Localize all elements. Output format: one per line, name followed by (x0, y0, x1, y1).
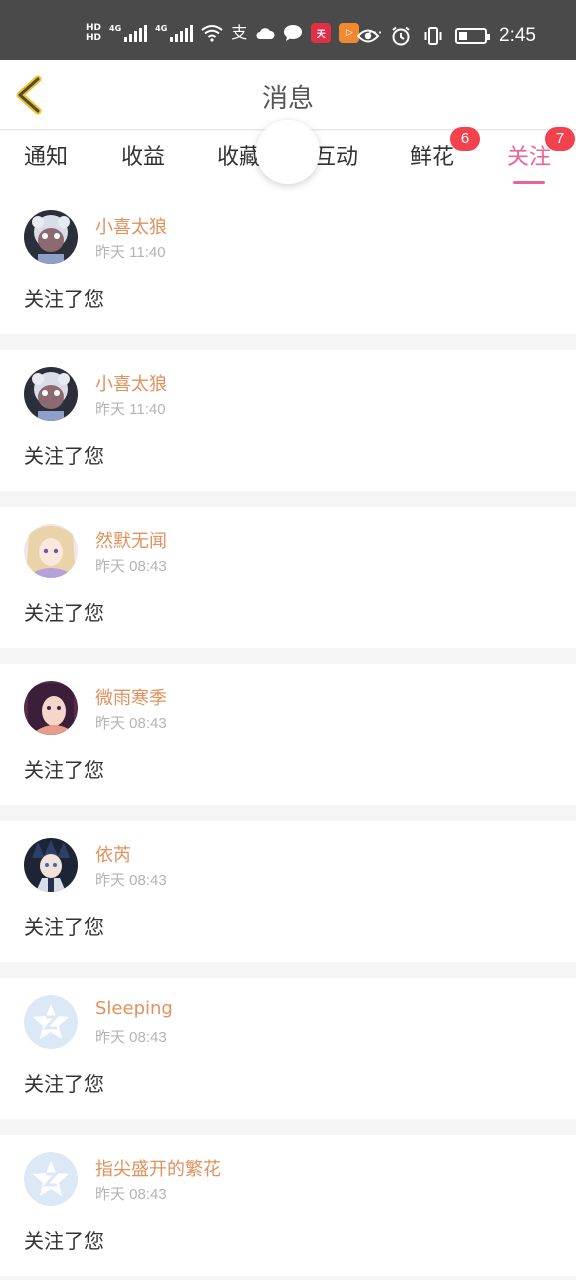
tab-notifications[interactable]: 通知 (24, 139, 68, 171)
timestamp: 昨天 11:40 (95, 244, 166, 261)
unread-badge: 7 (545, 127, 576, 151)
tab-flowers[interactable]: 鲜花 6 (410, 127, 481, 171)
default-avatar-icon (24, 995, 78, 1049)
anime-girl-avatar-icon (24, 681, 78, 735)
username[interactable]: 小喜太狼 (95, 370, 167, 396)
notification-message: 关注了您 (24, 601, 104, 625)
notification-message: 关注了您 (24, 1072, 104, 1096)
tab-label: 收益 (121, 145, 166, 170)
tab-earnings[interactable]: 收益 (121, 139, 165, 171)
tab-label: 互动 (314, 145, 359, 170)
status-time: 2:45 (499, 25, 536, 46)
signal-icon: 4G (109, 24, 148, 42)
username[interactable]: Sleeping (95, 998, 173, 1019)
avatar[interactable] (24, 681, 78, 735)
list-item[interactable]: 微雨寒季 昨天 08:43 关注了您 (0, 664, 576, 805)
avatar[interactable] (24, 524, 78, 578)
timestamp: 昨天 11:40 (95, 401, 166, 418)
hd-indicator: HD HD (86, 23, 101, 43)
timestamp: 昨天 08:43 (95, 1186, 167, 1203)
network-type-label: 4G (155, 24, 168, 33)
avatar[interactable] (24, 1152, 78, 1206)
wolf-avatar-icon (24, 210, 78, 264)
eye-icon (357, 29, 380, 43)
page-title: 消息 (261, 84, 314, 114)
list-item[interactable]: 指尖盛开的繁花 昨天 08:43 关注了您 (0, 1135, 576, 1276)
tab-follows[interactable]: 关注 7 (507, 127, 576, 184)
avatar[interactable] (24, 838, 78, 892)
avatar[interactable] (24, 210, 78, 264)
tab-label: 收藏 (217, 145, 262, 170)
notification-message: 关注了您 (24, 758, 104, 782)
battery-icon (455, 28, 491, 44)
list-item[interactable]: 小喜太狼 昨天 11:40 关注了您 (0, 350, 576, 491)
anime-boy-avatar-icon (24, 838, 78, 892)
tab-label: 关注 (507, 145, 552, 170)
avatar[interactable] (24, 995, 78, 1049)
list-item[interactable]: 依芮 昨天 08:43 关注了您 (0, 821, 576, 962)
unread-badge: 6 (450, 127, 481, 151)
status-bar: HD HD 4G 4G 支 天 ▷ ··· 2:45 (0, 0, 576, 60)
username[interactable]: 小喜太狼 (95, 213, 167, 239)
cloud-icon (256, 28, 275, 39)
timestamp: 昨天 08:43 (95, 558, 167, 575)
alipay-icon: 支 (231, 23, 248, 42)
notification-message: 关注了您 (24, 444, 104, 468)
tab-label: 鲜花 (410, 145, 455, 170)
timestamp: 昨天 08:43 (95, 715, 167, 732)
timestamp: 昨天 08:43 (95, 872, 167, 889)
app-icon: 天 (311, 23, 332, 43)
alarm-icon (392, 26, 410, 46)
wolf-avatar-icon (24, 367, 78, 421)
username[interactable]: 微雨寒季 (95, 684, 167, 710)
signal-icon: 4G (155, 24, 194, 42)
tab-interactions[interactable]: 互动 (314, 139, 358, 171)
list-item[interactable]: Sleeping 昨天 08:43 关注了您 (0, 978, 576, 1119)
status-left: HD HD 4G 4G 支 天 ▷ ··· (86, 18, 383, 48)
anime-girl-avatar-icon (24, 524, 78, 578)
username[interactable]: 依芮 (95, 841, 131, 867)
vibrate-icon (424, 27, 442, 45)
battery-level (459, 32, 468, 40)
username[interactable]: 然默无闻 (95, 527, 167, 553)
username[interactable]: 指尖盛开的繁花 (95, 1155, 221, 1181)
tab-favorites[interactable]: 收藏 (217, 139, 261, 171)
list-item[interactable]: 然默无闻 昨天 08:43 关注了您 (0, 507, 576, 648)
active-tab-indicator (513, 181, 545, 184)
floating-action-button[interactable] (256, 120, 320, 184)
notification-list: 小喜太狼 昨天 11:40 关注了您 小喜太狼 昨天 11:40 关注了您 然默… (0, 193, 576, 1280)
notification-message: 关注了您 (24, 915, 104, 939)
avatar[interactable] (24, 367, 78, 421)
tab-label: 通知 (24, 145, 69, 170)
list-item[interactable]: 小喜太狼 昨天 11:40 关注了您 (0, 193, 576, 334)
chat-icon (284, 25, 303, 41)
timestamp: 昨天 08:43 (95, 1029, 167, 1046)
notification-message: 关注了您 (24, 1229, 104, 1253)
status-right: 2:45 (357, 22, 536, 50)
network-type-label: 4G (109, 24, 122, 33)
notification-message: 关注了您 (24, 287, 104, 311)
default-avatar-icon (24, 1152, 78, 1206)
hd-label: HD (86, 23, 102, 33)
wifi-icon (201, 25, 223, 42)
hd-label: HD (86, 33, 102, 43)
